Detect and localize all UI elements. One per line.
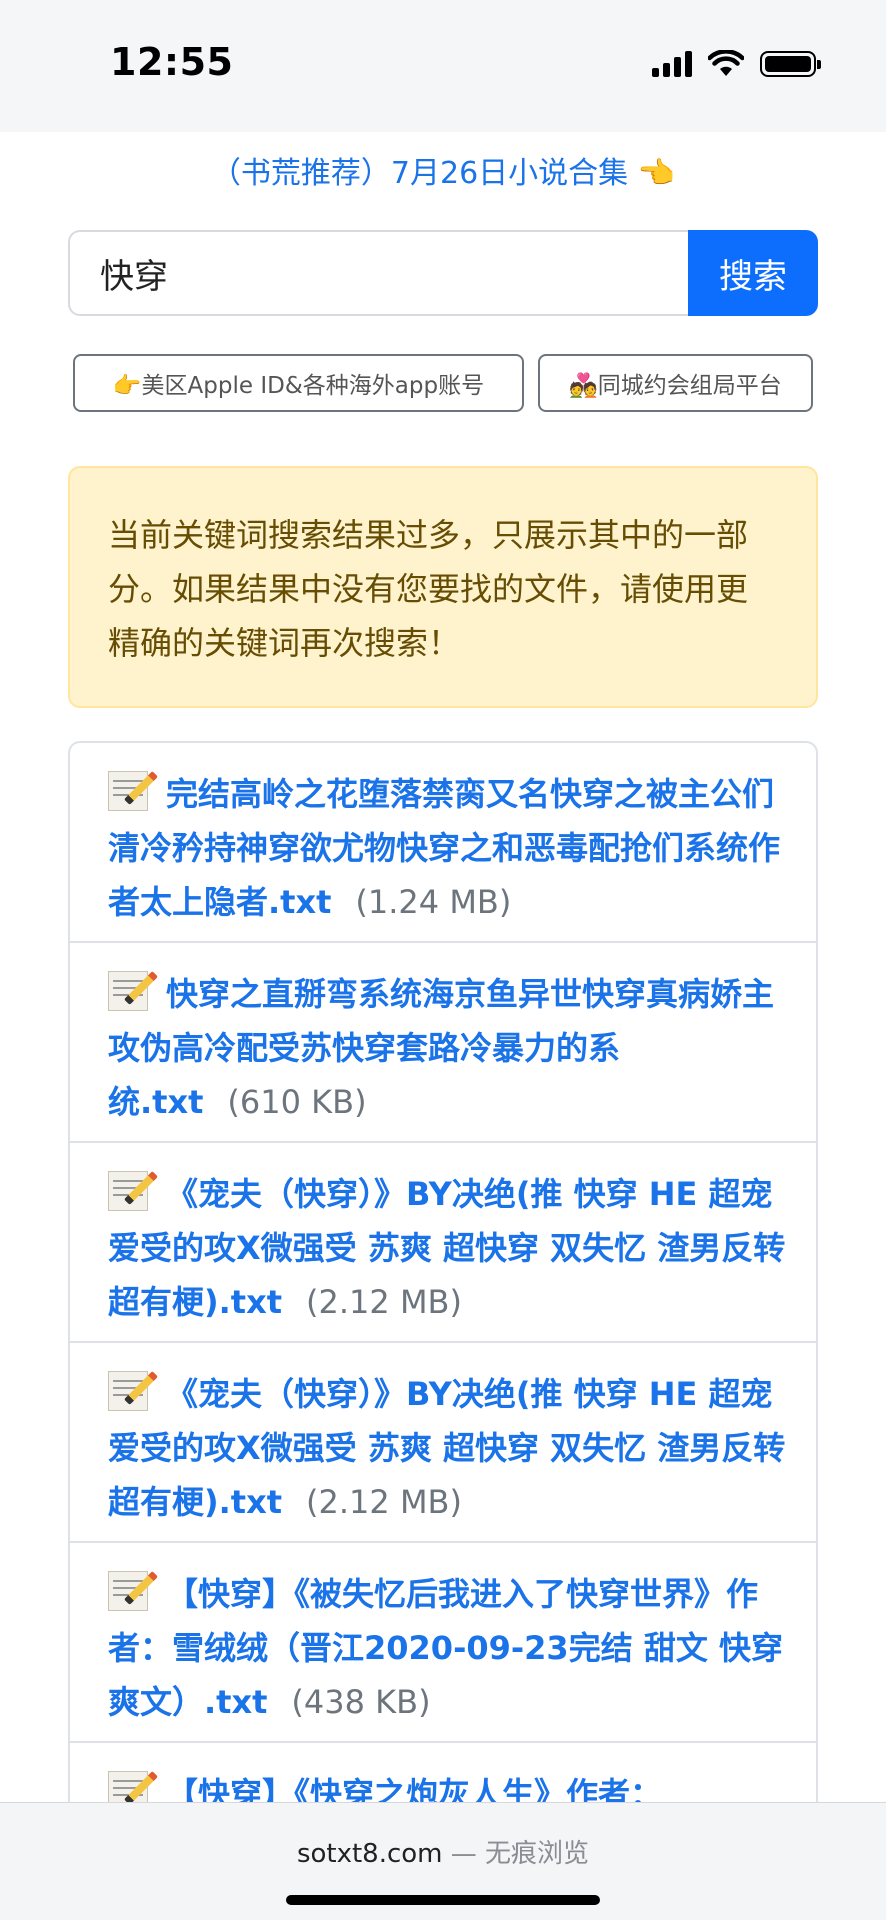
memo-icon	[108, 1571, 148, 1611]
file-size: (610 KB)	[227, 1083, 367, 1121]
list-item[interactable]: 【快穿】《被失忆后我进入了快穿世界》作者：雪绒绒（晋江2020-09-23完结 …	[70, 1543, 816, 1743]
search-bar: 搜索	[68, 230, 818, 316]
browser-bottom-bar: sotxt8.com — 无痕浏览	[0, 1802, 886, 1920]
search-button[interactable]: 搜索	[688, 230, 818, 316]
status-time: 12:55	[110, 40, 234, 84]
too-many-results-alert: 当前关键词搜索结果过多，只展示其中的一部分。如果结果中没有您要找的文件，请使用更…	[68, 466, 818, 708]
file-size: (438 KB)	[291, 1683, 431, 1721]
list-item[interactable]: 快穿之直掰弯系统海京鱼异世快穿真病娇主攻伪高冷配受苏快穿套路冷暴力的系统.txt…	[70, 943, 816, 1143]
result-title-link[interactable]: 快穿之直掰弯系统海京鱼异世快穿真病娇主攻伪高冷配受苏快穿套路冷暴力的系统.txt	[108, 975, 774, 1121]
address-display[interactable]: sotxt8.com — 无痕浏览	[0, 1833, 886, 1870]
memo-icon	[108, 771, 148, 811]
status-bar: 12:55	[0, 0, 886, 132]
list-item[interactable]: 《宠夫（快穿）》BY决绝(推 快穿 HE 超宠爱受的攻X微强受 苏爽 超快穿 双…	[70, 1343, 816, 1543]
file-size: (2.12 MB)	[306, 1483, 462, 1521]
memo-icon	[108, 971, 148, 1011]
memo-icon	[108, 1171, 148, 1211]
dating-ad-button[interactable]: 💑同城约会组局平台	[538, 354, 813, 412]
list-item[interactable]: 完结高岭之花堕落禁脔又名快穿之被主公们清冷矜持神穿欲尤物快穿之和恶毒配抢们系统作…	[70, 743, 816, 943]
status-icons	[652, 50, 821, 78]
browser-page: 12:55 （书荒推荐）7月26日小说合集 👈 搜索 👉美区Apple ID&各…	[0, 0, 886, 1920]
list-item[interactable]: 《宠夫（快穿）》BY决绝(推 快穿 HE 超宠爱受的攻X微强受 苏爽 超快穿 双…	[70, 1143, 816, 1343]
cellular-signal-icon	[652, 51, 692, 77]
wifi-icon	[708, 50, 744, 76]
ad-links: 👉美区Apple ID&各种海外app账号 💑同城约会组局平台	[73, 354, 813, 412]
domain-text: sotxt8.com	[296, 1839, 443, 1869]
battery-icon	[760, 51, 821, 77]
search-input[interactable]	[68, 230, 688, 316]
results-list: 完结高岭之花堕落禁脔又名快穿之被主公们清冷矜持神穿欲尤物快穿之和恶毒配抢们系统作…	[68, 741, 818, 1841]
file-size: (2.12 MB)	[306, 1283, 462, 1321]
apple-id-ad-button[interactable]: 👉美区Apple ID&各种海外app账号	[73, 354, 524, 412]
recommend-link[interactable]: （书荒推荐）7月26日小说合集 👈	[0, 148, 886, 192]
home-indicator[interactable]	[286, 1895, 600, 1905]
file-size: (1.24 MB)	[355, 883, 512, 921]
result-title-link[interactable]: 【快穿】《被失忆后我进入了快穿世界》作者：雪绒绒（晋江2020-09-23完结 …	[108, 1575, 783, 1721]
memo-icon	[108, 1371, 148, 1411]
private-mode-label: — 无痕浏览	[442, 1839, 590, 1869]
